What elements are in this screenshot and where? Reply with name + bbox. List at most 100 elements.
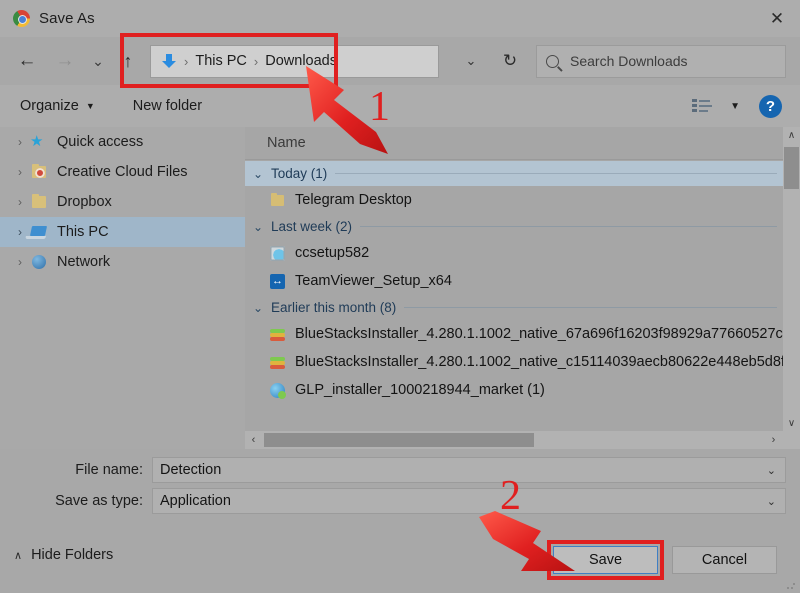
sidebar-item-this-pc[interactable]: › This PC [0,217,245,247]
save-as-type-label: Save as type: [55,493,143,509]
search-input[interactable]: Search Downloads [536,44,786,78]
navigation-bar: ← → ⌄ ↑ › This PC › Downloads ⌄ ↻ Search… [0,37,800,85]
file-name-field[interactable]: Detection ⌄ [152,457,786,483]
group-label: Last week (2) [271,219,353,234]
up-button[interactable]: ↑ [112,46,144,76]
file-name-row: File name: Detection ⌄ [0,457,800,483]
refresh-icon[interactable]: ↻ [491,45,529,78]
search-placeholder: Search Downloads [570,53,688,69]
window-title: Save As [39,10,95,27]
horizontal-scrollbar-thumb[interactable] [264,433,534,447]
sidebar-item-network[interactable]: › Network [0,247,245,277]
group-divider [360,226,777,227]
star-icon: ★ [30,133,44,150]
file-rows: ⌄ Today (1) Telegram Desktop ⌄ Last week… [245,161,785,429]
recent-locations-button[interactable]: ⌄ [84,46,112,76]
group-header-last-week[interactable]: ⌄ Last week (2) [245,214,785,239]
chevron-down-icon[interactable]: ▼ [730,101,740,112]
sidebar-item-quick-access[interactable]: › ★ Quick access [0,127,245,157]
scroll-up-button[interactable]: ∧ [783,127,800,144]
resize-grip[interactable] [786,580,796,590]
scrollbar-corner [782,431,800,449]
list-item[interactable]: GLP_installer_1000218944_market (1) [245,376,785,404]
horizontal-scrollbar[interactable]: ‹ › [245,431,800,449]
save-as-type-value: Application [160,493,231,509]
collapse-chevron-icon[interactable]: ⌄ [253,220,271,234]
collapse-chevron-icon[interactable]: ⌄ [253,167,271,181]
folder-icon [269,192,286,209]
search-icon [546,54,559,68]
expand-chevron-icon[interactable]: › [10,165,30,179]
network-icon [30,253,50,271]
new-folder-button[interactable]: New folder [133,98,202,114]
scroll-down-button[interactable]: ∨ [783,415,800,432]
list-item[interactable]: ccsetup582 [245,239,785,267]
expand-chevron-icon[interactable]: › [10,255,30,269]
hide-folders-button[interactable]: ∧ Hide Folders [14,547,113,563]
sidebar-item-label: Dropbox [57,194,112,210]
expand-chevron-icon[interactable]: › [10,135,30,149]
chevron-up-icon: ∧ [14,549,23,562]
collapse-chevron-icon[interactable]: ⌄ [253,301,271,315]
chevron-down-icon: ▼ [85,101,95,111]
scroll-right-button[interactable]: › [765,431,782,449]
file-name-label: GLP_installer_1000218944_market (1) [295,382,545,398]
organize-button[interactable]: Organize ▼ [20,98,95,114]
vertical-scrollbar-thumb[interactable] [784,147,799,189]
breadcrumb-separator: › [253,53,259,69]
sidebar-item-creative-cloud-files[interactable]: › Creative Cloud Files [0,157,245,187]
file-name-label: File name: [75,462,143,478]
chevron-down-icon[interactable]: ⌄ [451,45,491,78]
file-name-label: Telegram Desktop [295,192,412,208]
list-item[interactable]: Telegram Desktop [245,186,785,214]
breadcrumb[interactable]: › This PC › Downloads [150,44,439,78]
close-icon[interactable]: ✕ [754,0,800,37]
sidebar-item-label: Quick access [57,134,144,150]
dialog-body: › ★ Quick access › Creative Cloud Files … [0,127,800,449]
breadcrumb-segment-downloads[interactable]: Downloads [265,53,337,69]
folder-icon [30,193,50,211]
file-name-value: Detection [160,462,222,478]
sidebar-item-label: Creative Cloud Files [57,164,188,180]
save-button[interactable]: Save [553,546,658,574]
group-header-today[interactable]: ⌄ Today (1) [245,161,785,186]
back-button[interactable]: ← [8,46,46,76]
sidebar-item-dropbox[interactable]: › Dropbox [0,187,245,217]
annotation-marker-2: 2 [500,473,521,519]
bluestacks-icon [269,354,286,371]
save-as-type-field[interactable]: Application ⌄ [152,488,786,514]
annotation-marker-1: 1 [369,84,390,130]
group-divider [404,307,777,308]
group-label: Earlier this month (8) [271,300,397,315]
hide-folders-label: Hide Folders [31,547,114,563]
view-layout-icon[interactable] [692,98,712,114]
title-bar: Save As ✕ [0,0,800,37]
list-item[interactable]: BlueStacksInstaller_4.280.1.1002_native_… [245,320,785,348]
group-divider [335,173,777,174]
column-header-name[interactable]: Name [267,135,306,151]
bluestacks-icon [269,326,286,343]
ccleaner-icon [269,245,286,262]
creative-cloud-icon [30,163,50,181]
glp-icon [269,382,286,399]
list-item[interactable]: ↔ TeamViewer_Setup_x64 [245,267,785,295]
expand-chevron-icon[interactable]: › [10,195,30,209]
scroll-left-button[interactable]: ‹ [245,431,262,449]
sidebar-item-label: Network [57,254,111,270]
save-as-type-row: Save as type: Application ⌄ [0,488,800,514]
chevron-down-icon[interactable]: ⌄ [767,495,785,508]
file-name-label: BlueStacksInstaller_4.280.1.1002_native_… [295,354,785,370]
teamviewer-icon: ↔ [270,273,285,289]
vertical-scrollbar[interactable]: ∧ ∨ [783,127,800,432]
group-header-earlier-this-month[interactable]: ⌄ Earlier this month (8) [245,295,785,320]
file-name-label: BlueStacksInstaller_4.280.1.1002_native_… [295,326,785,342]
navigation-pane: › ★ Quick access › Creative Cloud Files … [0,127,245,449]
chrome-icon [13,10,30,27]
chevron-down-icon[interactable]: ⌄ [767,464,785,477]
breadcrumb-segment-this-pc[interactable]: This PC [195,53,247,69]
help-button[interactable]: ? [759,94,782,118]
list-item[interactable]: BlueStacksInstaller_4.280.1.1002_native_… [245,348,785,376]
forward-button[interactable]: → [46,46,84,76]
sidebar-item-label: This PC [57,224,109,240]
cancel-button[interactable]: Cancel [672,546,777,574]
